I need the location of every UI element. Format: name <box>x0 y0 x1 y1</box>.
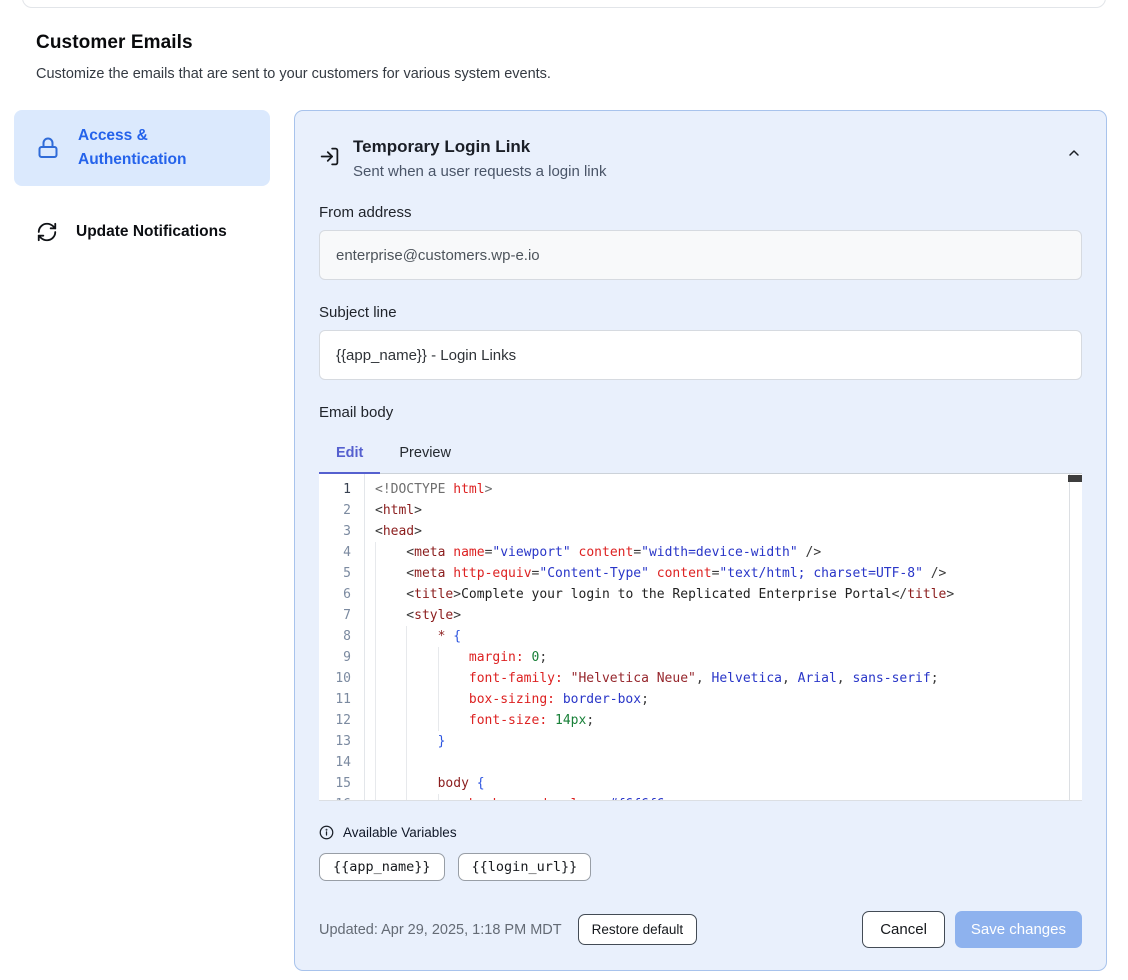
line-number: 14 <box>319 752 351 773</box>
indent-guide <box>406 794 437 800</box>
indent-guide <box>406 773 437 794</box>
panel-title: Temporary Login Link <box>353 137 1053 157</box>
indent-guide <box>406 647 437 668</box>
indent-guide <box>438 710 469 731</box>
indent-guide <box>406 626 437 647</box>
line-number: 8 <box>319 626 351 647</box>
line-number: 1 <box>319 479 351 500</box>
indent-guide <box>438 647 469 668</box>
login-icon <box>319 146 340 167</box>
indent-guide <box>375 752 406 773</box>
indent-guide <box>438 668 469 689</box>
line-number: 12 <box>319 710 351 731</box>
panel-subtitle: Sent when a user requests a login link <box>353 163 1053 180</box>
indent-guide <box>406 689 437 710</box>
indent-guide <box>406 731 437 752</box>
indent-guide <box>438 689 469 710</box>
indent-guide <box>375 626 406 647</box>
indent-guide <box>375 563 406 584</box>
indent-guide <box>375 668 406 689</box>
page-header: Customer Emails Customize the emails tha… <box>0 0 1128 82</box>
code-line[interactable]: background-color: #f6f6f6; <box>375 794 1068 800</box>
code-line[interactable]: body { <box>375 773 1068 794</box>
line-number: 10 <box>319 668 351 689</box>
code-line[interactable]: <html> <box>375 500 1068 521</box>
code-line[interactable]: <head> <box>375 521 1068 542</box>
code-line[interactable]: * { <box>375 626 1068 647</box>
indent-guide <box>375 605 406 626</box>
line-number: 13 <box>319 731 351 752</box>
indent-guide <box>406 752 437 773</box>
sidebar-item-update-notifications[interactable]: Update Notifications <box>14 206 270 258</box>
indent-guide <box>375 773 406 794</box>
line-number: 16 <box>319 794 351 801</box>
code-line[interactable]: <title>Complete your login to the Replic… <box>375 584 1068 605</box>
line-number: 15 <box>319 773 351 794</box>
indent-guide <box>375 689 406 710</box>
chevron-up-icon[interactable] <box>1066 145 1082 161</box>
indent-guide <box>406 668 437 689</box>
page-subtitle: Customize the emails that are sent to yo… <box>36 66 1092 82</box>
from-address-input <box>319 230 1082 280</box>
email-panel: Temporary Login Link Sent when a user re… <box>294 110 1107 971</box>
code-editor[interactable]: 12345678910111213141516 <!DOCTYPE html><… <box>319 474 1082 801</box>
variable-chip-app-name[interactable]: {{app_name}} <box>319 853 445 881</box>
indent-guide <box>375 710 406 731</box>
tab-preview[interactable]: Preview <box>399 439 451 473</box>
code-line[interactable]: } <box>375 731 1068 752</box>
indent-guide <box>375 794 406 800</box>
subject-line-label: Subject line <box>319 304 1082 321</box>
line-number: 9 <box>319 647 351 668</box>
sidebar-item-label: Access & Authentication <box>78 124 233 172</box>
line-number: 7 <box>319 605 351 626</box>
line-number: 5 <box>319 563 351 584</box>
code-line[interactable]: <style> <box>375 605 1068 626</box>
line-number: 11 <box>319 689 351 710</box>
indent-guide <box>406 710 437 731</box>
updated-timestamp: Updated: Apr 29, 2025, 1:18 PM MDT <box>319 922 562 938</box>
line-number-gutter: 12345678910111213141516 <box>319 474 365 800</box>
tab-edit[interactable]: Edit <box>336 439 363 473</box>
indent-guide <box>375 731 406 752</box>
line-number: 4 <box>319 542 351 563</box>
subject-line-input[interactable] <box>319 330 1082 380</box>
variable-chip-login-url[interactable]: {{login_url}} <box>458 853 592 881</box>
previous-card-edge <box>22 0 1106 8</box>
sidebar-item-label: Update Notifications <box>76 220 227 244</box>
from-address-label: From address <box>319 204 1082 221</box>
code-line[interactable]: <meta name="viewport" content="width=dev… <box>375 542 1068 563</box>
restore-default-button[interactable]: Restore default <box>578 914 698 945</box>
refresh-icon <box>36 221 58 243</box>
indent-guide <box>375 542 406 563</box>
page-title: Customer Emails <box>36 32 1092 54</box>
line-number: 2 <box>319 500 351 521</box>
indent-guide <box>375 584 406 605</box>
variable-chips: {{app_name}} {{login_url}} <box>319 853 1082 881</box>
scrollbar-thumb[interactable] <box>1068 475 1082 482</box>
sidebar-item-access-authentication[interactable]: Access & Authentication <box>14 110 270 186</box>
indent-guide <box>438 794 469 800</box>
code-line[interactable]: font-size: 14px; <box>375 710 1068 731</box>
editor-scrollbar[interactable] <box>1069 474 1082 800</box>
code-line[interactable]: <meta http-equiv="Content-Type" content=… <box>375 563 1068 584</box>
lock-icon <box>36 136 60 160</box>
line-number: 3 <box>319 521 351 542</box>
cancel-button[interactable]: Cancel <box>862 911 945 948</box>
code-line[interactable]: margin: 0; <box>375 647 1068 668</box>
save-changes-button[interactable]: Save changes <box>955 911 1082 948</box>
line-number: 6 <box>319 584 351 605</box>
info-icon <box>319 825 334 840</box>
indent-guide <box>375 647 406 668</box>
code-line[interactable]: box-sizing: border-box; <box>375 689 1068 710</box>
code-line[interactable] <box>375 752 1068 773</box>
email-body-label: Email body <box>319 404 1082 421</box>
code-line[interactable]: font-family: "Helvetica Neue", Helvetica… <box>375 668 1068 689</box>
email-body-tabs: Edit Preview <box>319 439 1082 474</box>
available-variables-label: Available Variables <box>343 825 457 840</box>
sidebar: Access & Authentication Update Notificat… <box>14 110 270 258</box>
code-line[interactable]: <!DOCTYPE html> <box>375 479 1068 500</box>
